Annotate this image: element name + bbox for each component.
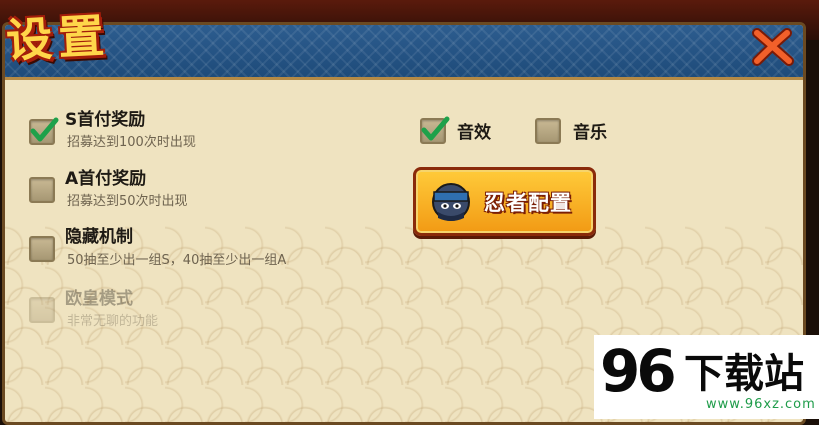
dialog-title: 设置	[4, 8, 112, 68]
checkbox-sound-effects[interactable]	[420, 116, 450, 144]
watermark: 96 下载站 www.96xz.com	[594, 335, 819, 419]
option-desc-s-reward: 招募达到100次时出现	[67, 135, 196, 150]
watermark-number: 96	[600, 337, 677, 405]
checkbox-hidden-mechanism[interactable]	[29, 236, 55, 262]
audio-label-music: 音乐	[573, 123, 607, 143]
option-label-lucky-mode: 欧皇模式	[65, 289, 133, 309]
option-label-s-reward: S首付奖励	[65, 110, 146, 130]
option-desc-lucky-mode: 非常无聊的功能	[67, 314, 159, 329]
close-button[interactable]	[748, 24, 798, 70]
option-desc-hidden-mechanism: 50抽至少出一组S，40抽至少出一组A	[67, 253, 287, 268]
close-x-icon	[752, 28, 794, 66]
watermark-name: 下载站	[684, 351, 804, 397]
ninja-config-button[interactable]: 忍者配置	[413, 167, 596, 236]
checkbox-lucky-mode	[29, 297, 55, 323]
checkbox-music[interactable]	[535, 118, 561, 144]
panel-header	[5, 25, 803, 80]
checkbox-a-reward[interactable]	[29, 177, 55, 203]
checkbox-s-reward[interactable]	[29, 117, 59, 145]
watermark-url: www.96xz.com	[706, 397, 816, 412]
audio-label-sound-effects: 音效	[457, 123, 491, 143]
option-desc-a-reward: 招募达到50次时出现	[67, 194, 188, 209]
checkmark-icon	[421, 116, 450, 141]
ninja-config-label: 忍者配置	[484, 190, 572, 215]
ninja-avatar-icon	[432, 182, 470, 221]
option-label-a-reward: A首付奖励	[65, 169, 147, 189]
checkmark-icon	[30, 117, 59, 142]
option-label-hidden-mechanism: 隐藏机制	[65, 227, 133, 247]
